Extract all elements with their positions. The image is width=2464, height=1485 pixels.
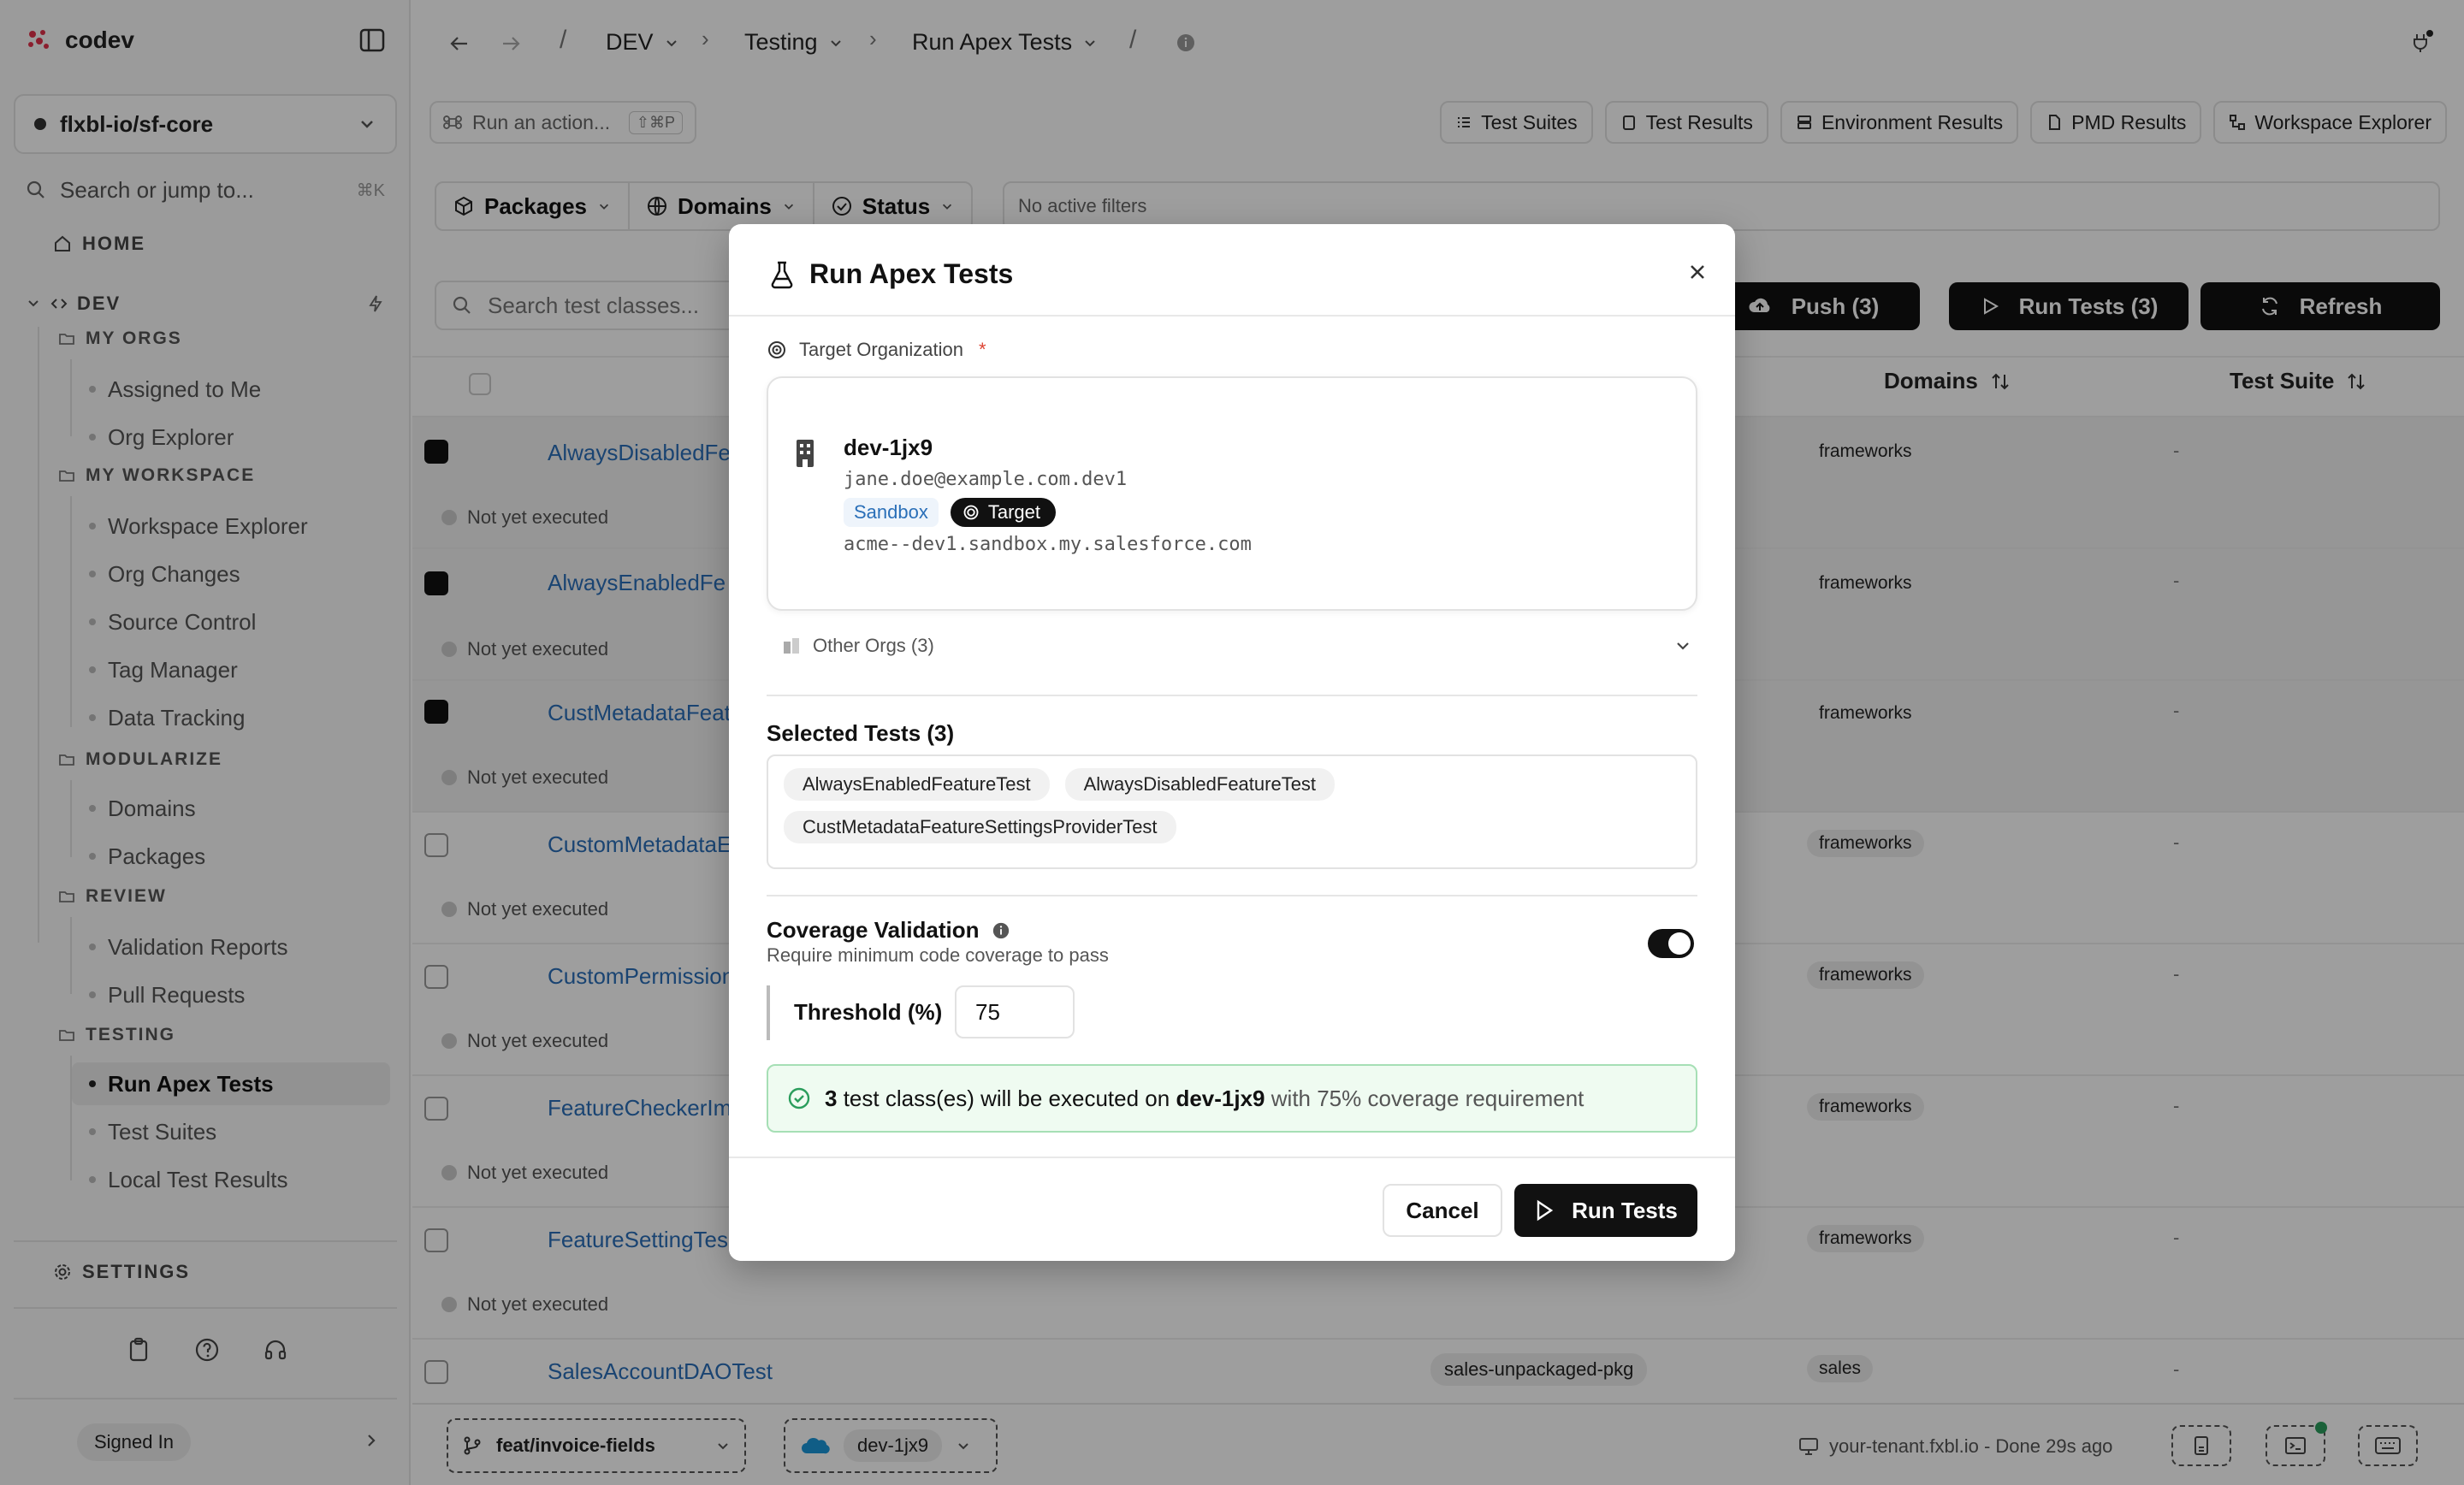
threshold-label: Threshold (%) — [794, 999, 943, 1025]
coverage-subtitle: Require minimum code coverage to pass — [767, 944, 1109, 966]
selected-tests-list: AlwaysEnabledFeatureTest AlwaysDisabledF… — [767, 754, 1697, 869]
summary-count: 3 — [825, 1085, 838, 1111]
selected-test-chip: CustMetadataFeatureSettingsProviderTest — [784, 811, 1176, 843]
other-orgs-toggle[interactable]: Other Orgs (3) — [782, 635, 1692, 657]
summary-mid: test class(es) will be executed on — [843, 1085, 1170, 1111]
target-badge-text: Target — [987, 501, 1041, 523]
modal-footer: Cancel Run Tests — [729, 1157, 1735, 1261]
toggle-knob — [1668, 932, 1691, 955]
flask-icon — [771, 261, 793, 288]
other-orgs-label: Other Orgs (3) — [813, 635, 934, 656]
modal-title: Run Apex Tests — [768, 258, 1013, 290]
modal-header: Run Apex Tests — [729, 224, 1735, 317]
selected-test-chip: AlwaysEnabledFeatureTest — [784, 768, 1050, 801]
coverage-title-text: Coverage Validation — [767, 917, 980, 943]
run-apex-tests-modal: Run Apex Tests Target Organization * dev-… — [729, 224, 1735, 1261]
play-icon — [1537, 1199, 1554, 1222]
target-org-label: Target Organization * — [767, 339, 986, 361]
buildings-icon — [784, 638, 799, 654]
building-icon — [797, 440, 814, 467]
org-tags: Sandbox Target — [844, 498, 1057, 527]
target-label-text: Target Organization — [799, 339, 963, 360]
divider — [767, 695, 1697, 696]
target-icon — [963, 505, 979, 520]
target-org-card[interactable]: dev-1jx9 jane.doe@example.com.dev1 Sandb… — [767, 376, 1697, 611]
required-marker: * — [979, 339, 986, 360]
run-tests-button[interactable]: Run Tests — [1514, 1184, 1697, 1237]
close-icon[interactable] — [1685, 260, 1709, 284]
org-username: jane.doe@example.com.dev1 — [844, 469, 1128, 490]
modal-title-text: Run Apex Tests — [809, 258, 1014, 289]
check-circle-icon — [788, 1087, 810, 1109]
chevron-down-icon — [1677, 642, 1689, 650]
summary-org: dev-1jx9 — [1176, 1085, 1265, 1111]
sandbox-badge: Sandbox — [844, 498, 939, 527]
org-name: dev-1jx9 — [844, 435, 933, 460]
run-tests-label: Run Tests — [1572, 1197, 1678, 1223]
summary-tail: with 75% coverage requirement — [1270, 1085, 1584, 1111]
divider — [767, 895, 1697, 896]
org-url: acme--dev1.sandbox.my.salesforce.com — [844, 534, 1252, 555]
cancel-button[interactable]: Cancel — [1383, 1184, 1502, 1237]
coverage-toggle[interactable] — [1648, 929, 1694, 958]
target-icon — [768, 341, 785, 358]
info-icon[interactable] — [992, 921, 1010, 940]
threshold-indent-bar — [767, 985, 770, 1040]
selected-test-chip: AlwaysDisabledFeatureTest — [1064, 768, 1336, 801]
execution-summary-banner: 3 test class(es) will be executed on dev… — [767, 1064, 1697, 1133]
summary-text: 3 test class(es) will be executed on dev… — [825, 1086, 1584, 1112]
coverage-validation-title: Coverage Validation — [767, 917, 1010, 944]
target-badge: Target — [950, 498, 1057, 527]
selected-tests-title: Selected Tests (3) — [767, 720, 955, 746]
threshold-input[interactable]: 75 — [955, 985, 1075, 1038]
